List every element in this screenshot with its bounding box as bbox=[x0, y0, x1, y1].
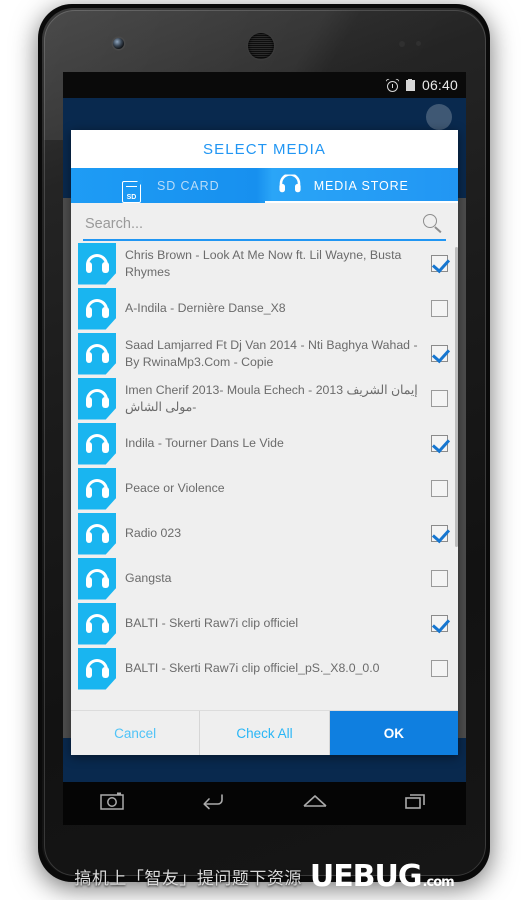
battery-icon bbox=[405, 78, 415, 92]
list-item[interactable]: Indila - Tourner Dans Le Vide bbox=[71, 421, 458, 466]
list-item-title: Indila - Tourner Dans Le Vide bbox=[125, 436, 284, 451]
list-scrollbar[interactable] bbox=[455, 247, 458, 547]
recents-icon[interactable] bbox=[403, 791, 429, 816]
tab-media-store-label: MEDIA STORE bbox=[313, 178, 409, 193]
list-item-checkbox[interactable] bbox=[431, 615, 448, 632]
dialog-button-bar: Cancel Check All OK bbox=[71, 710, 458, 755]
list-item[interactable]: Peace or Violence bbox=[71, 466, 458, 511]
audio-file-icon bbox=[78, 647, 116, 690]
list-item[interactable]: Chris Brown - Look At Me Now ft. Lil Way… bbox=[71, 241, 458, 286]
tab-sd-card[interactable]: SD SD CARD bbox=[71, 168, 265, 203]
list-item-checkbox[interactable] bbox=[431, 660, 448, 677]
screenshot-root: 06:40 SELECT MEDIA SD SD CARD MEDIA STOR… bbox=[0, 0, 528, 900]
list-item-title: Gangsta bbox=[125, 571, 172, 586]
audio-file-icon bbox=[78, 467, 116, 510]
list-item[interactable]: Saad Lamjarred Ft Dj Van 2014 - Nti Bagh… bbox=[71, 331, 458, 376]
watermark: 搞机上「智友」提问题下资源 UEBUG .com bbox=[0, 859, 528, 894]
status-bar-clock: 06:40 bbox=[421, 77, 458, 93]
ok-button[interactable]: OK bbox=[329, 711, 458, 755]
audio-file-icon bbox=[78, 557, 116, 600]
search-icon[interactable] bbox=[422, 213, 444, 235]
media-list-container[interactable]: Chris Brown - Look At Me Now ft. Lil Way… bbox=[71, 241, 458, 710]
audio-file-icon bbox=[78, 602, 116, 645]
android-nav-bar bbox=[63, 782, 466, 825]
search-area bbox=[71, 203, 458, 241]
search-row bbox=[83, 213, 446, 241]
list-item-checkbox[interactable] bbox=[431, 300, 448, 317]
list-item-checkbox[interactable] bbox=[431, 345, 448, 362]
light-sensor-icon bbox=[416, 41, 421, 46]
audio-file-icon bbox=[78, 422, 116, 465]
status-bar: 06:40 bbox=[63, 72, 466, 98]
list-item[interactable]: Radio 023 bbox=[71, 511, 458, 556]
list-item-checkbox[interactable] bbox=[431, 570, 448, 587]
list-item-title: Saad Lamjarred Ft Dj Van 2014 - Nti Bagh… bbox=[125, 338, 418, 369]
audio-file-icon bbox=[78, 377, 116, 420]
check-all-button[interactable]: Check All bbox=[200, 711, 330, 755]
alarm-icon bbox=[385, 77, 400, 92]
list-item-title: Imen Cherif 2013- Moula Echech - إيمان ا… bbox=[125, 383, 418, 414]
watermark-logo-text: UEBUG bbox=[309, 859, 423, 894]
back-icon[interactable] bbox=[200, 791, 226, 816]
status-bar-icons: 06:40 bbox=[385, 77, 458, 93]
proximity-sensor-icon bbox=[399, 41, 405, 47]
list-item-checkbox[interactable] bbox=[431, 480, 448, 497]
list-item[interactable]: BALTI - Skerti Raw7i clip officiel_pS._X… bbox=[71, 646, 458, 691]
watermark-logo: UEBUG .com bbox=[309, 859, 455, 894]
headphones-icon bbox=[278, 172, 301, 197]
audio-file-icon bbox=[78, 242, 116, 285]
list-item[interactable]: Gangsta bbox=[71, 556, 458, 601]
list-item-checkbox[interactable] bbox=[431, 435, 448, 452]
cancel-button[interactable]: Cancel bbox=[71, 711, 201, 755]
list-item-title: Chris Brown - Look At Me Now ft. Lil Way… bbox=[125, 248, 402, 279]
sd-card-icon: SD bbox=[121, 180, 142, 203]
list-item-title: BALTI - Skerti Raw7i clip officiel_pS._X… bbox=[125, 661, 380, 676]
audio-file-icon bbox=[78, 512, 116, 555]
home-icon[interactable] bbox=[301, 791, 329, 816]
camera-icon[interactable] bbox=[100, 791, 126, 816]
front-camera-icon bbox=[113, 38, 124, 49]
list-item-checkbox[interactable] bbox=[431, 255, 448, 272]
audio-file-icon bbox=[78, 332, 116, 375]
phone-screen: 06:40 SELECT MEDIA SD SD CARD MEDIA STOR… bbox=[63, 72, 466, 782]
list-item-title: Radio 023 bbox=[125, 526, 182, 541]
list-item-checkbox[interactable] bbox=[431, 390, 448, 407]
dialog-title: SELECT MEDIA bbox=[71, 130, 458, 168]
media-list: Chris Brown - Look At Me Now ft. Lil Way… bbox=[71, 241, 458, 691]
tab-bar: SD SD CARD MEDIA STORE bbox=[71, 168, 458, 203]
list-item-title: BALTI - Skerti Raw7i clip officiel bbox=[125, 616, 299, 631]
search-input[interactable] bbox=[83, 213, 422, 235]
list-item[interactable]: A-Indila - Dernière Danse_X8 bbox=[71, 286, 458, 331]
tab-media-store[interactable]: MEDIA STORE bbox=[264, 168, 459, 203]
list-item-title: Peace or Violence bbox=[125, 481, 225, 496]
audio-file-icon bbox=[78, 287, 116, 330]
watermark-text: 搞机上「智友」提问题下资源 bbox=[74, 869, 302, 889]
watermark-logo-suffix: .com bbox=[422, 875, 455, 890]
list-item[interactable]: Imen Cherif 2013- Moula Echech - إيمان ا… bbox=[71, 376, 458, 421]
tab-sd-card-label: SD CARD bbox=[156, 178, 220, 193]
app-background-circle bbox=[426, 104, 452, 130]
list-item-title: A-Indila - Dernière Danse_X8 bbox=[125, 301, 286, 316]
list-item[interactable]: BALTI - Skerti Raw7i clip officiel bbox=[71, 601, 458, 646]
earpiece-speaker-icon bbox=[248, 33, 274, 59]
app-background: SELECT MEDIA SD SD CARD MEDIA STORE Sear… bbox=[63, 98, 466, 782]
list-item-checkbox[interactable] bbox=[431, 525, 448, 542]
select-media-dialog: SELECT MEDIA SD SD CARD MEDIA STORE Sear… bbox=[71, 130, 458, 755]
